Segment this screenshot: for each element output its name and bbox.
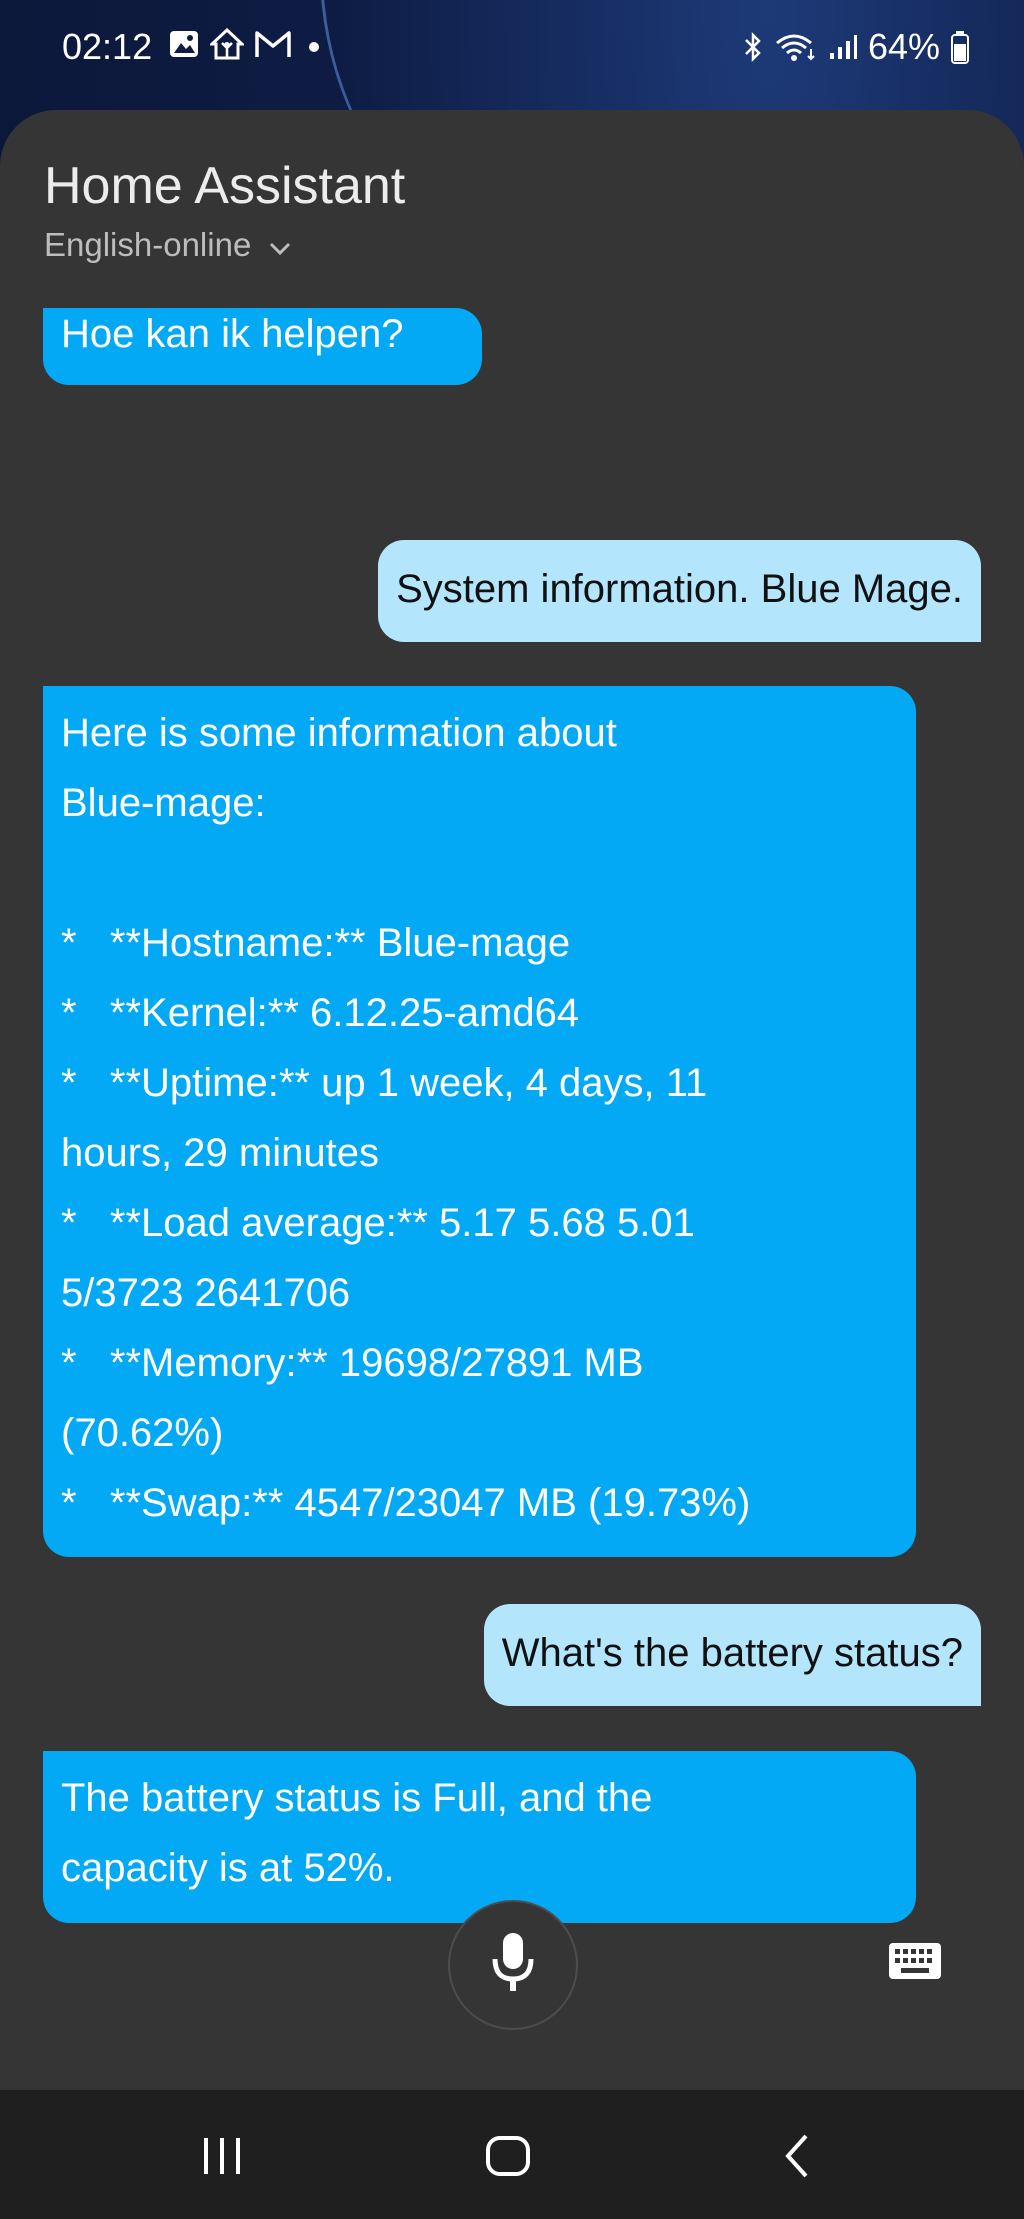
gallery-icon bbox=[168, 28, 200, 60]
status-time: 02:12 bbox=[62, 26, 153, 67]
status-bar: 02:12 64% bbox=[0, 0, 1024, 100]
notification-dot-icon bbox=[302, 28, 326, 60]
signal-icon bbox=[828, 31, 858, 63]
battery-icon bbox=[950, 30, 970, 64]
app-title: Home Assistant bbox=[44, 157, 406, 215]
microphone-button[interactable] bbox=[448, 1900, 578, 2030]
home-assistant-icon bbox=[210, 28, 244, 60]
recent-apps-icon bbox=[200, 2134, 244, 2183]
chevron-down-icon bbox=[269, 226, 291, 264]
user-message: What's the battery status? bbox=[483, 1604, 981, 1706]
bluetooth-icon bbox=[742, 31, 764, 63]
recent-apps-button[interactable] bbox=[192, 2128, 252, 2188]
battery-text: 64% bbox=[867, 26, 940, 67]
back-icon bbox=[778, 2132, 818, 2185]
home-icon bbox=[484, 2132, 532, 2185]
assistant-message: The battery status is Full, and the capa… bbox=[43, 1751, 916, 1923]
microphone-icon bbox=[489, 1931, 537, 2000]
language-selector[interactable]: English-online bbox=[44, 226, 291, 264]
gmail-icon bbox=[254, 29, 292, 59]
assist-sheet: Home Assistant English-online Hoe kan ik… bbox=[0, 110, 1024, 2090]
keyboard-icon bbox=[887, 1941, 943, 1986]
status-right: 64% bbox=[742, 26, 970, 68]
assistant-message: Hoe kan ik helpen? bbox=[43, 308, 482, 385]
wifi-icon bbox=[774, 31, 818, 63]
keyboard-button[interactable] bbox=[884, 1938, 946, 1988]
phone-screen: 02:12 64% Home Assistant English-online … bbox=[0, 0, 1024, 2219]
user-message: System information. Blue Mage. bbox=[378, 540, 981, 642]
notification-icons bbox=[168, 28, 326, 60]
conversation[interactable]: Hoe kan ik helpen? System information. B… bbox=[0, 308, 1024, 1938]
home-button[interactable] bbox=[478, 2128, 538, 2188]
assistant-message: Here is some information about Blue-mage… bbox=[43, 686, 916, 1557]
back-button[interactable] bbox=[768, 2128, 828, 2188]
language-label: English-online bbox=[44, 226, 252, 263]
navigation-bar bbox=[0, 2090, 1024, 2219]
